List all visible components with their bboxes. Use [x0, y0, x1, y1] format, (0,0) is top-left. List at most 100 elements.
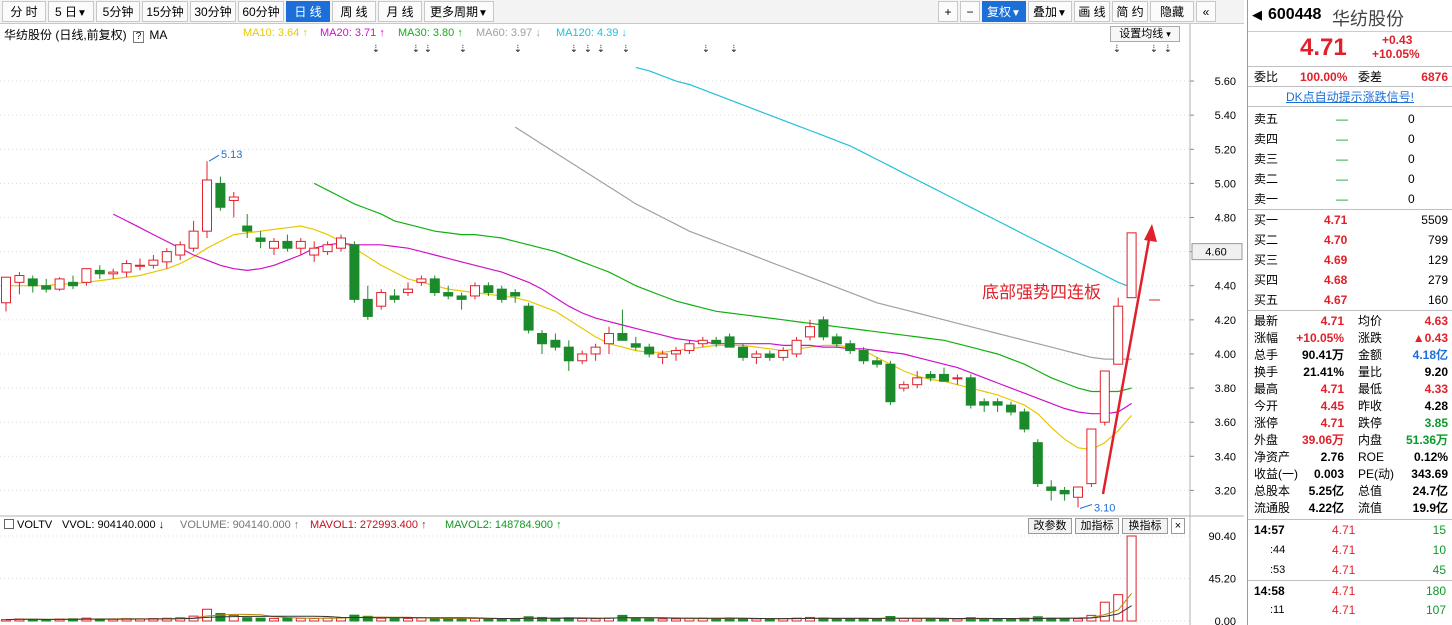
candle-body	[282, 240, 293, 249]
period-button-4[interactable]: 30分钟	[190, 1, 236, 22]
candle[interactable]	[1126, 232, 1137, 299]
order-price: 4.67	[1324, 293, 1348, 307]
candle[interactable]	[1099, 370, 1110, 426]
stat-label: 最低	[1358, 382, 1383, 396]
candle[interactable]	[349, 241, 360, 303]
tool-button-4[interactable]: 画 线	[1074, 1, 1110, 22]
period-button-3[interactable]: 15分钟	[142, 1, 188, 22]
set-ma-button[interactable]: 设置均线 ▾	[1110, 26, 1180, 42]
candle-body	[389, 295, 400, 300]
candle[interactable]	[1019, 408, 1030, 433]
tool-button-label: 叠加	[1033, 5, 1058, 19]
event-marker-icon[interactable]: ⇣	[622, 44, 630, 55]
order-price: —	[1336, 152, 1348, 166]
price-tick-label: 3.20	[1215, 485, 1236, 497]
stock-chart-window: 分 时5 日▼ 5分钟 15分钟 30分钟 60分钟日 线周 线月 线更多周期▼ + − 复权…	[0, 0, 1452, 625]
tick-list[interactable]: 14:57 4.71 15:44 4.71 10:53 4.71 45 14:58 4.71 18…	[1248, 519, 1452, 620]
candle[interactable]	[1113, 297, 1124, 365]
switch-indicator-button[interactable]: 换指标	[1122, 518, 1168, 534]
candle[interactable]	[1032, 439, 1043, 488]
candle-body	[108, 271, 119, 275]
period-button-5[interactable]: 60分钟	[238, 1, 284, 22]
volume-bar	[1099, 601, 1110, 622]
tool-button-5[interactable]: 简 约	[1112, 1, 1148, 22]
stat-label: 净资产	[1254, 450, 1291, 464]
event-marker-icon[interactable]: ⇣	[597, 44, 605, 55]
candle[interactable]	[1086, 428, 1097, 488]
candle-body	[1, 276, 11, 304]
stat-label: 最高	[1254, 382, 1279, 396]
period-button-0[interactable]: 分 时	[2, 1, 46, 22]
tick-row: 14:57 4.71 15	[1248, 520, 1452, 540]
candle-body	[563, 346, 574, 362]
order-volume: 160	[1427, 293, 1448, 307]
candle[interactable]	[523, 302, 534, 334]
candle-body	[965, 377, 976, 406]
volume-bar	[1006, 618, 1016, 622]
tool-button-label: «	[1202, 5, 1210, 19]
candle-body	[1019, 411, 1030, 430]
tool-button-2[interactable]: 复权▼	[982, 1, 1026, 22]
event-marker-icon[interactable]: ⇣	[514, 44, 522, 55]
period-button-label: 5分钟	[102, 5, 134, 19]
sell-order-row: 卖二 — 0	[1248, 169, 1452, 189]
volume-bar	[389, 618, 400, 622]
volume-bar	[872, 618, 882, 622]
stat-row: 涨幅 +10.05% 涨跌 ▲0.43	[1248, 330, 1452, 347]
order-price: 4.69	[1324, 253, 1348, 267]
candle[interactable]	[791, 336, 802, 358]
event-marker-icon[interactable]: ⇣	[459, 44, 467, 55]
candle-body	[94, 269, 105, 275]
tool-button-6[interactable]: 隐藏	[1150, 1, 1194, 22]
candle-body	[470, 285, 480, 297]
event-marker-icon[interactable]: ⇣	[412, 44, 420, 55]
stat-label: 收益(一)	[1254, 467, 1298, 481]
stat-value: 4.71	[1320, 314, 1344, 328]
period-button-1[interactable]: 5 日▼	[48, 1, 94, 22]
candle[interactable]	[376, 289, 387, 310]
tool-button-1[interactable]: −	[960, 1, 980, 22]
add-indicator-button[interactable]: 加指标	[1075, 518, 1119, 534]
prev-stock-icon[interactable]: ◀	[1252, 7, 1262, 23]
event-marker-icon[interactable]: ⇣	[1113, 44, 1121, 55]
tick-volume: 10	[1432, 543, 1446, 557]
period-button-label: 5 日	[55, 5, 78, 19]
indicator-close-box[interactable]	[4, 519, 14, 529]
tool-button-3[interactable]: 叠加▼	[1028, 1, 1072, 22]
event-marker-icon[interactable]: ⇣	[584, 44, 592, 55]
candle[interactable]	[429, 275, 440, 296]
event-marker-icon[interactable]: ⇣	[702, 44, 710, 55]
period-button-7[interactable]: 周 线	[332, 1, 376, 22]
candle[interactable]	[54, 277, 65, 291]
event-marker-icon[interactable]: ⇣	[372, 44, 380, 55]
candle[interactable]	[965, 374, 976, 409]
volume-bar	[845, 618, 856, 622]
stat-value: 90.41万	[1301, 348, 1344, 362]
buy-orders: 买一 4.71 5509 买二 4.70 799 买三 4.69 129 买四 4.68 279 买五 4…	[1248, 209, 1452, 310]
signal-link[interactable]: DK点自动提示涨跌信号!	[1286, 90, 1414, 104]
period-button-6[interactable]: 日 线	[286, 1, 330, 22]
period-button-9[interactable]: 更多周期▼	[424, 1, 494, 22]
candle-body	[242, 225, 253, 232]
event-marker-icon[interactable]: ⇣	[730, 44, 738, 55]
tool-button-0[interactable]: +	[938, 1, 958, 22]
tool-button-7[interactable]: «	[1196, 1, 1216, 22]
event-marker-icon[interactable]: ⇣	[570, 44, 578, 55]
price-block: 4.71 +0.43 +10.05%	[1248, 32, 1452, 66]
volume-bar	[269, 617, 279, 622]
order-volume: 0	[1408, 132, 1415, 146]
event-marker-icon[interactable]: ⇣	[1164, 44, 1172, 55]
event-marker-icon[interactable]: ⇣	[424, 44, 432, 55]
change-param-button[interactable]: 改参数	[1028, 518, 1072, 534]
candle[interactable]	[885, 360, 896, 406]
candle[interactable]	[818, 316, 829, 341]
candle-body	[831, 336, 842, 345]
stat-label: 涨停	[1254, 416, 1279, 430]
period-button-8[interactable]: 月 线	[378, 1, 422, 22]
tool-button-label: 画 线	[1078, 5, 1106, 19]
help-icon[interactable]: ?	[133, 31, 145, 43]
event-marker-icon[interactable]: ⇣	[1150, 44, 1158, 55]
period-button-2[interactable]: 5分钟	[96, 1, 140, 22]
close-indicator-button[interactable]: ×	[1171, 518, 1185, 534]
stat-label: 外盘	[1254, 433, 1279, 447]
